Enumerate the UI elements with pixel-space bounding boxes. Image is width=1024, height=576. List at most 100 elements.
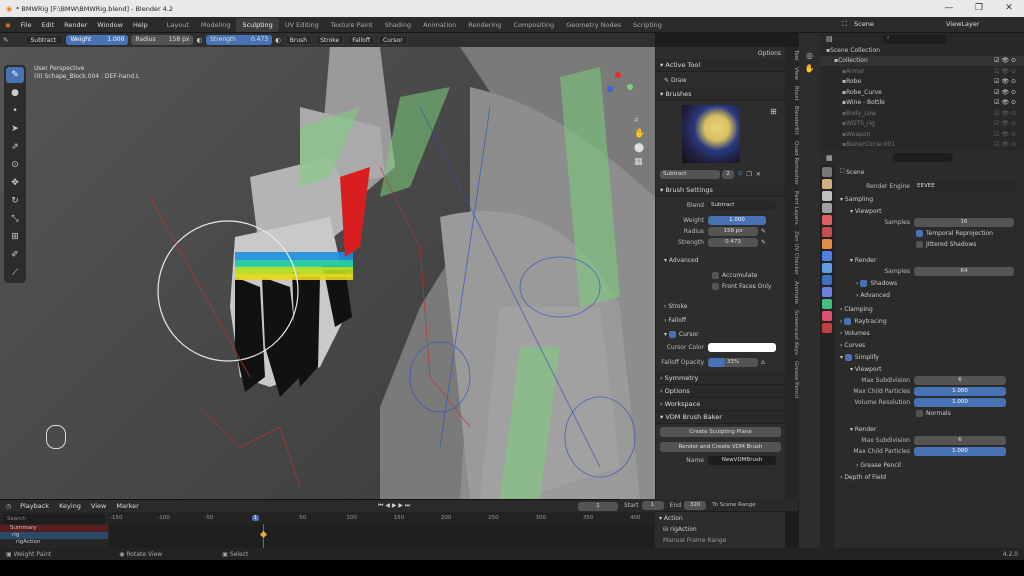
accumulate-checkbox[interactable] [712, 272, 719, 279]
maximize-button[interactable]: ❐ [964, 0, 994, 17]
object-props-icon[interactable] [822, 239, 832, 249]
view-layer-selector[interactable]: ViewLayer [946, 20, 980, 28]
measure-icon[interactable]: ⟋ [6, 265, 24, 281]
outliner-row[interactable]: ▪ BezierCircle.001 ☑ 👁 ⊙ [820, 140, 1024, 151]
symmetry-header[interactable]: › Symmetry [656, 372, 785, 385]
timeline-search[interactable]: Search [3, 514, 105, 524]
brush-preview-image[interactable] [682, 105, 740, 163]
view-layer-icon[interactable] [822, 203, 832, 213]
orbit-icon[interactable]: ◎ [799, 51, 820, 60]
timeline-view-menu[interactable]: View [86, 502, 111, 510]
zoom-icon[interactable]: ⌕ [634, 113, 645, 127]
render-props-icon[interactable] [822, 179, 832, 189]
marker-menu[interactable]: Marker [111, 502, 143, 510]
tab-scripting[interactable]: Scripting [627, 18, 668, 32]
menu-help[interactable]: Help [128, 21, 153, 29]
close-button[interactable]: ✕ [994, 0, 1024, 17]
active-tool-header[interactable]: ▾ Active Tool [656, 59, 785, 72]
eye-dropper-icon[interactable]: ⌂ [761, 359, 765, 366]
radius-field[interactable]: Radius 158 px [131, 35, 194, 45]
data-props-icon[interactable] [822, 299, 832, 309]
visibility-icon[interactable]: ☑ 👁 ⊙ [994, 99, 1016, 106]
tab-animation[interactable]: Animation [417, 18, 462, 32]
options-header[interactable]: › Options [656, 385, 785, 398]
scene-selector[interactable]: Scene [854, 20, 874, 28]
scale-icon[interactable]: ⤡ [6, 211, 24, 227]
create-sculpting-plane-button[interactable]: Create Sculpting Plane [660, 427, 781, 437]
tab-shading[interactable]: Shading [379, 18, 417, 32]
strength-pressure-icon[interactable]: ◐ [275, 36, 281, 44]
outliner-row[interactable]: ▪ Robe ☑ 👁 ⊙ [820, 77, 1024, 88]
clock-icon[interactable]: ◷ [6, 503, 15, 510]
brush-settings-header[interactable]: ▾ Brush Settings [656, 184, 785, 197]
timeline-area[interactable] [110, 524, 655, 549]
tab-modeling[interactable]: Modeling [195, 18, 237, 32]
falloff-opacity-slider[interactable]: 33% [708, 358, 758, 367]
physics-icon[interactable] [822, 275, 832, 285]
tab-sculpting[interactable]: Sculpting [236, 17, 279, 32]
advanced-section[interactable]: ▾ Advanced [656, 254, 785, 266]
volume-res-field[interactable]: 1.000 [914, 398, 1006, 407]
pressure-icon[interactable]: ◐ [196, 36, 202, 44]
brush-browse-icon[interactable]: ⊞ [770, 107, 777, 116]
track-rig-action[interactable]: rigAction [0, 539, 108, 546]
tab-quad-remesher[interactable]: Quad Remesher [785, 138, 799, 188]
brush-name-field[interactable]: Subtract [660, 170, 720, 179]
sample-weight-icon[interactable]: ⊙ [6, 157, 24, 173]
tool-props-icon[interactable] [822, 167, 832, 177]
render-subsection[interactable]: ▾ Render [840, 254, 1024, 266]
max-child-field[interactable]: 1.000 [914, 387, 1006, 396]
normals-checkbox[interactable] [916, 410, 923, 417]
outliner-row[interactable]: ▪ Scene Collection [820, 45, 1024, 56]
props-type-icon[interactable]: ▦ [826, 154, 833, 162]
average-brush-icon[interactable]: • [6, 103, 24, 119]
stroke-section[interactable]: › Stroke [656, 300, 785, 312]
shadows-checkbox[interactable] [860, 279, 868, 287]
weight-field[interactable]: Weight 1.000 [66, 35, 129, 45]
visibility-icon[interactable]: ☑ 👁 ⊙ [994, 89, 1016, 96]
hand-pan-icon[interactable]: ✋ [634, 127, 645, 141]
brushes-header[interactable]: ▾ Brushes [656, 88, 785, 101]
cursor-section[interactable]: ▾ Cursor [656, 328, 785, 340]
front-faces-checkbox[interactable] [712, 283, 719, 290]
tab-rtext[interactable]: Rtext [785, 83, 799, 104]
visibility-icon[interactable]: ☑ 👁 ⊙ [994, 141, 1016, 148]
simplify-viewport-subsection[interactable]: ▾ Viewport [840, 363, 1024, 375]
grease-pencil-subsection[interactable]: › Grease Pencil [840, 459, 1024, 471]
visibility-icon[interactable]: ☑ 👁 ⊙ [994, 110, 1016, 117]
action-item[interactable]: ⛁ rigAction [655, 524, 785, 535]
max-subdiv-field[interactable]: 6 [914, 376, 1006, 385]
radius-slider[interactable]: 158 px [708, 227, 758, 236]
menu-file[interactable]: File [16, 21, 37, 29]
simplify-render-subsection[interactable]: ▾ Render [840, 423, 1024, 435]
brush-users[interactable]: 2 [722, 170, 734, 179]
playback-controls[interactable]: ⏮ ◀ ▶ ▶ ⏭ [378, 502, 410, 510]
end-field[interactable]: 320 [684, 500, 707, 510]
radius-unit-icon[interactable]: ✎ [761, 228, 766, 235]
keyframe-marker[interactable] [259, 530, 268, 539]
outliner-row[interactable]: ▪ Armar ☑ 👁 ⊙ [820, 66, 1024, 77]
outliner-row[interactable]: ▪ Body_Low ☑ 👁 ⊙ [820, 108, 1024, 119]
jittered-checkbox[interactable] [916, 241, 923, 248]
strength-slider[interactable]: 0.473 [708, 238, 758, 247]
dof-section[interactable]: › Depth of Field [840, 471, 1024, 483]
cursor-color-swatch[interactable] [708, 343, 776, 352]
tab-geometry-nodes[interactable]: Geometry Nodes [560, 18, 627, 32]
strength-pressure-icon[interactable]: ✎ [761, 239, 766, 246]
tab-grease-pencil[interactable]: Grease Pencil [785, 358, 799, 401]
annotate-icon[interactable]: ✐ [6, 247, 24, 263]
gradient-icon[interactable]: ⇗ [6, 139, 24, 155]
tab-blenderkit[interactable]: BlenderKit [785, 103, 799, 138]
tab-animate[interactable]: Animate [785, 278, 799, 307]
tab-zen-uv[interactable]: Zen UV Checker [785, 228, 799, 278]
start-field[interactable]: 1 [641, 500, 664, 510]
pan-icon[interactable]: ✋ [799, 64, 820, 73]
tab-uv-editing[interactable]: UV Editing [279, 18, 325, 32]
render-samples-field[interactable]: 64 [914, 267, 1014, 276]
filter-icon[interactable]: ▤ [826, 35, 833, 43]
particles-icon[interactable] [822, 263, 832, 273]
curves-section[interactable]: › Curves [840, 339, 1024, 351]
brush-menu[interactable]: Brush [284, 35, 313, 45]
move-icon[interactable]: ✥ [6, 175, 24, 191]
simplify-section[interactable]: ▾ Simplify [840, 351, 1024, 363]
